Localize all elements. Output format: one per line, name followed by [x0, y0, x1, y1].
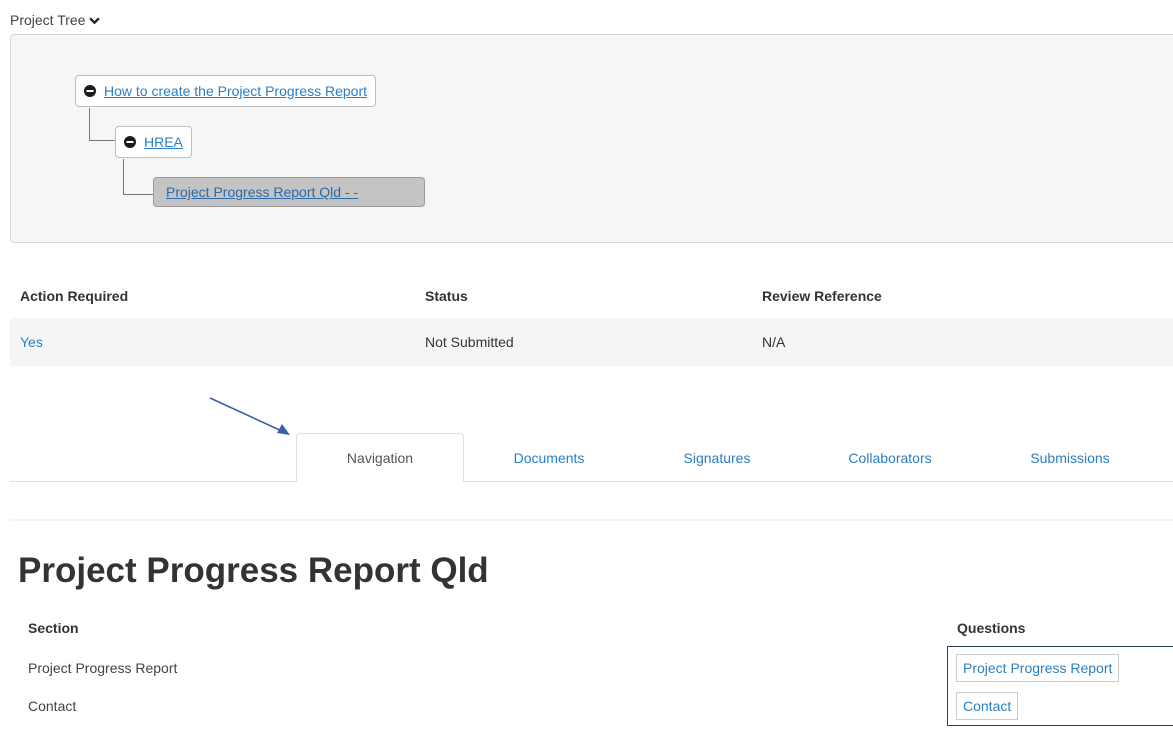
tab-label: Collaborators	[848, 449, 932, 466]
tab-signatures[interactable]: Signatures	[652, 433, 782, 482]
tab-label: Documents	[513, 449, 585, 466]
header-status: Status	[425, 288, 468, 304]
tab-documents[interactable]: Documents	[474, 433, 624, 482]
question-button-project-progress-report[interactable]: Project Progress Report	[956, 654, 1120, 682]
section-column-header: Section	[28, 620, 79, 636]
tree-connector	[123, 159, 154, 195]
review-reference-value: N/A	[762, 334, 786, 350]
tree-node-selected[interactable]: Project Progress Report Qld - -	[153, 177, 425, 207]
section-item: Contact	[28, 698, 77, 714]
page-title: Project Progress Report Qld	[18, 551, 489, 590]
tree-node-link[interactable]: How to create the Project Progress Repor…	[104, 83, 367, 99]
project-tree-toggle[interactable]: Project Tree	[10, 12, 101, 28]
header-action-required: Action Required	[20, 288, 129, 304]
project-tree-label: Project Tree	[10, 12, 86, 28]
project-tree-panel: How to create the Project Progress Repor…	[10, 34, 1173, 243]
section-item: Project Progress Report	[28, 660, 178, 676]
action-required-link[interactable]: Yes	[20, 318, 43, 366]
collapse-icon[interactable]	[124, 136, 136, 148]
annotation-arrow-icon	[209, 397, 290, 435]
content-divider	[10, 519, 1173, 521]
tab-label: Submissions	[1030, 449, 1110, 466]
tab-navigation[interactable]: Navigation	[296, 433, 464, 482]
tab-label: Signatures	[683, 449, 751, 466]
chevron-down-icon	[89, 16, 101, 24]
tree-node-link[interactable]: HREA	[144, 134, 183, 150]
tree-node-root[interactable]: How to create the Project Progress Repor…	[75, 75, 377, 107]
header-review-reference: Review Reference	[762, 288, 882, 304]
status-table-header: Action Required Status Review Reference	[10, 284, 1173, 314]
status-value: Not Submitted	[425, 334, 514, 350]
tab-submissions[interactable]: Submissions	[995, 433, 1145, 482]
collapse-icon[interactable]	[84, 85, 96, 97]
tree-node-hrea[interactable]: HREA	[115, 126, 192, 158]
tree-node-link[interactable]: Project Progress Report Qld - -	[166, 184, 358, 200]
tab-collaborators[interactable]: Collaborators	[810, 433, 970, 482]
tab-label: Navigation	[346, 449, 414, 466]
question-button-contact[interactable]: Contact	[956, 692, 1019, 720]
questions-column-header: Questions	[957, 620, 1026, 636]
status-table-row: Yes Not Submitted N/A	[10, 318, 1173, 366]
